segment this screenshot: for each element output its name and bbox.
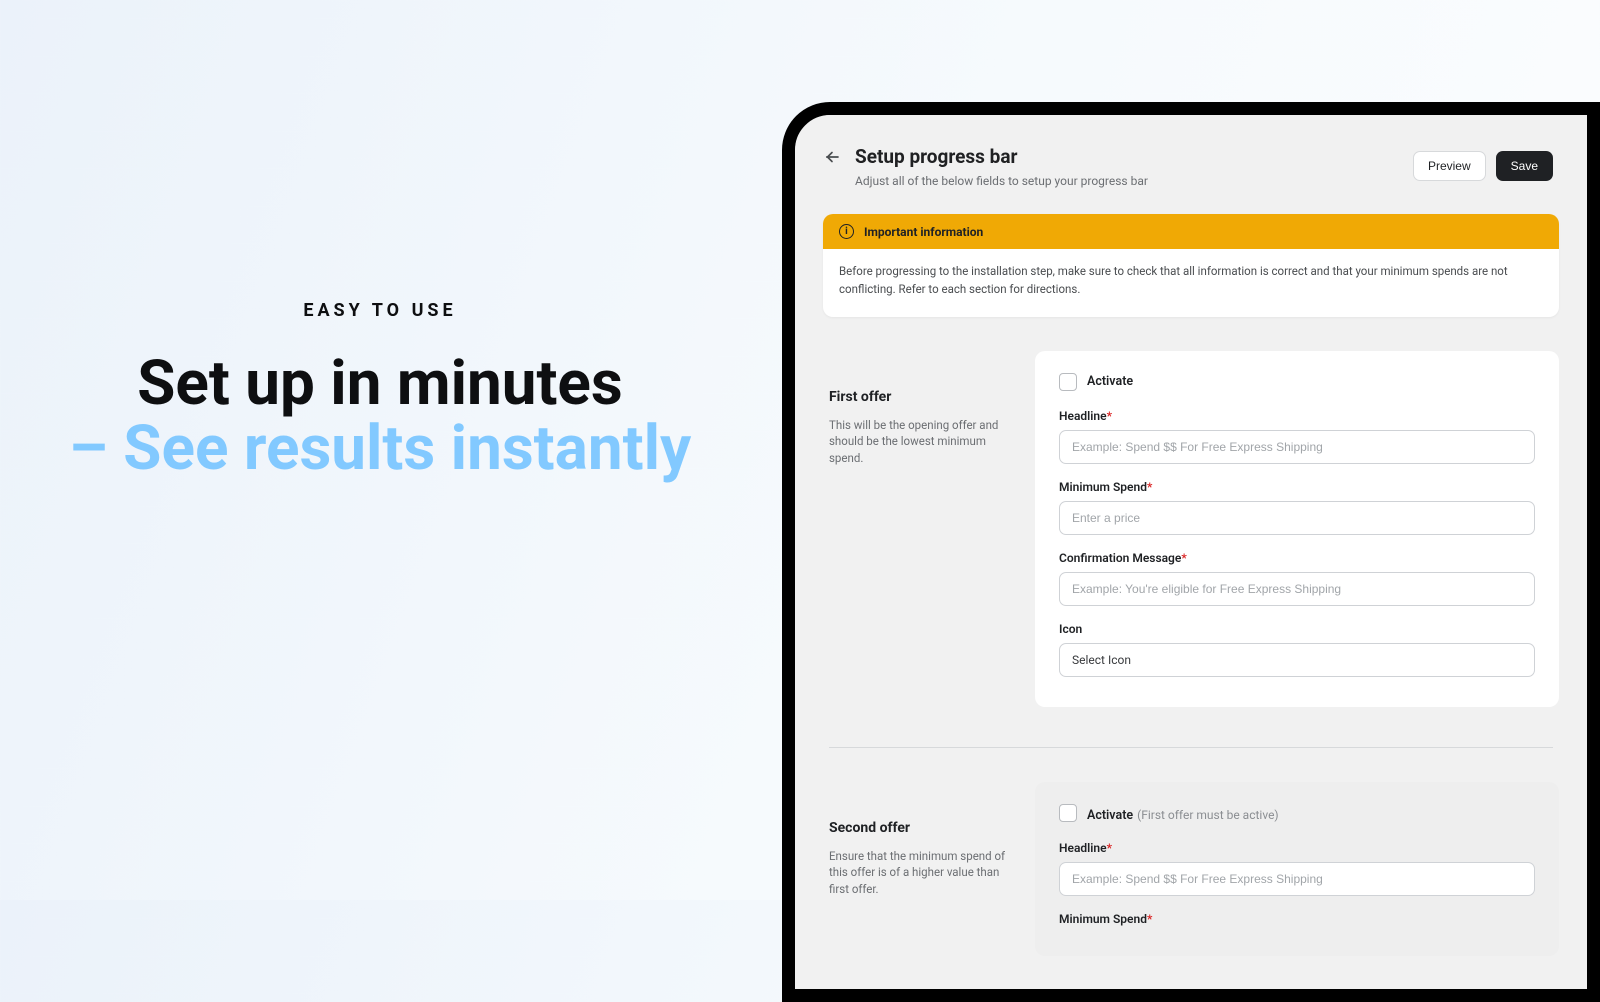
info-icon: i	[839, 224, 854, 239]
hero-subhead: – See results instantly	[0, 416, 760, 481]
second-offer-activate-checkbox[interactable]	[1059, 804, 1077, 822]
save-button[interactable]: Save	[1496, 151, 1553, 181]
second-offer-section: Second offer Ensure that the minimum spe…	[823, 782, 1559, 956]
first-offer-desc: This will be the opening offer and shoul…	[829, 417, 1017, 467]
headline2-input[interactable]	[1059, 862, 1535, 896]
second-offer-activate-note: (First offer must be active)	[1137, 808, 1279, 822]
hero-eyebrow: EASY TO USE	[0, 300, 760, 321]
second-offer-activate-label: Activate	[1087, 808, 1133, 823]
minspend2-label: Minimum Spend	[1059, 912, 1147, 926]
icon-select[interactable]: Select Icon	[1059, 643, 1535, 677]
notice-heading: Important information	[864, 225, 983, 239]
first-offer-card: Activate Headline* Minimum Spend* Confir…	[1035, 351, 1559, 707]
page-subtitle: Adjust all of the below fields to setup …	[855, 174, 1148, 188]
second-offer-card: Activate (First offer must be active) He…	[1035, 782, 1559, 956]
first-offer-activate-checkbox[interactable]	[1059, 373, 1077, 391]
second-offer-desc: Ensure that the minimum spend of this of…	[829, 848, 1017, 898]
back-arrow-icon[interactable]	[823, 148, 841, 166]
tablet-frame: Setup progress bar Adjust all of the bel…	[782, 102, 1600, 1002]
minspend-input[interactable]	[1059, 501, 1535, 535]
headline2-label: Headline	[1059, 841, 1107, 855]
page-header: Setup progress bar Adjust all of the bel…	[823, 145, 1559, 188]
first-offer-activate-label: Activate	[1087, 374, 1133, 389]
headline-input[interactable]	[1059, 430, 1535, 464]
section-divider	[829, 747, 1553, 748]
important-notice: i Important information Before progressi…	[823, 214, 1559, 317]
second-offer-title: Second offer	[829, 820, 1017, 836]
confirm-label: Confirmation Message	[1059, 551, 1181, 565]
minspend-label: Minimum Spend	[1059, 480, 1147, 494]
first-offer-title: First offer	[829, 389, 1017, 405]
confirm-input[interactable]	[1059, 572, 1535, 606]
notice-body: Before progressing to the installation s…	[823, 249, 1559, 317]
first-offer-section: First offer This will be the opening off…	[823, 351, 1559, 707]
app-screen: Setup progress bar Adjust all of the bel…	[795, 115, 1587, 989]
marketing-hero: EASY TO USE Set up in minutes – See resu…	[0, 300, 760, 481]
page-title: Setup progress bar	[855, 145, 1148, 168]
preview-button[interactable]: Preview	[1413, 151, 1486, 181]
hero-headline: Set up in minutes	[0, 351, 760, 416]
icon-label: Icon	[1059, 622, 1082, 636]
headline-label: Headline	[1059, 409, 1107, 423]
